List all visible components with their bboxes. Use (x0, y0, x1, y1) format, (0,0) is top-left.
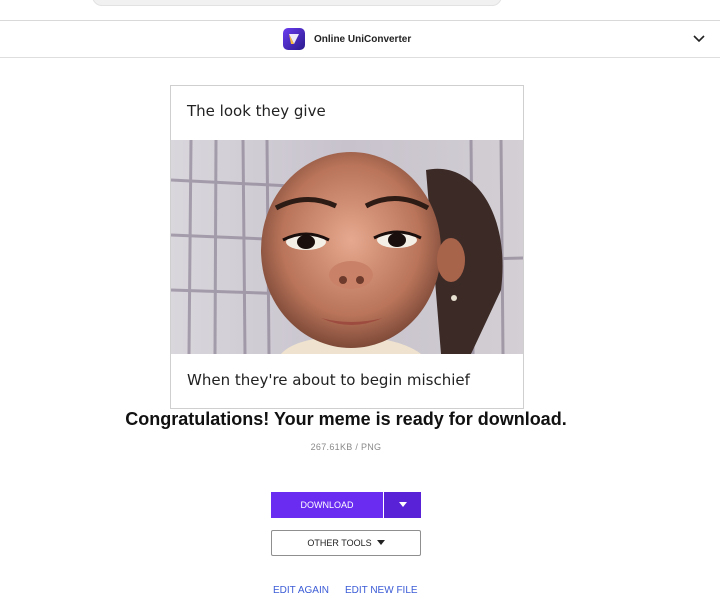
meme-preview: The look they give When they're about to… (170, 85, 524, 409)
uniconverter-logo-icon (283, 28, 305, 50)
page: Online UniConverter The look they give W… (0, 0, 720, 600)
caret-down-icon (398, 502, 407, 507)
site-header: Online UniConverter (0, 21, 720, 58)
caret-down-icon (376, 540, 385, 545)
address-bar[interactable] (92, 0, 502, 6)
download-button[interactable]: DOWNLOAD (271, 492, 383, 518)
edit-again-link[interactable]: EDIT AGAIN (273, 585, 329, 596)
meme-top-text: The look they give (187, 102, 326, 120)
brand-name: Online UniConverter (314, 33, 412, 45)
meme-bottom-text: When they're about to begin mischief (187, 371, 470, 389)
edit-links: EDIT AGAIN EDIT NEW FILE (273, 585, 418, 596)
file-info: 267.61KB / PNG (310, 442, 382, 452)
download-options-dropdown[interactable] (384, 492, 421, 518)
browser-top-strip (0, 0, 720, 21)
meme-image (171, 140, 523, 354)
download-button-group: DOWNLOAD (271, 492, 421, 518)
other-tools-button[interactable]: OTHER TOOLS (271, 530, 421, 556)
result-title: Congratulations! Your meme is ready for … (125, 409, 567, 429)
brand[interactable]: Online UniConverter (283, 27, 411, 51)
other-tools-label: OTHER TOOLS (307, 538, 372, 548)
edit-new-file-link[interactable]: EDIT NEW FILE (345, 585, 418, 596)
chevron-down-icon[interactable] (692, 31, 706, 45)
